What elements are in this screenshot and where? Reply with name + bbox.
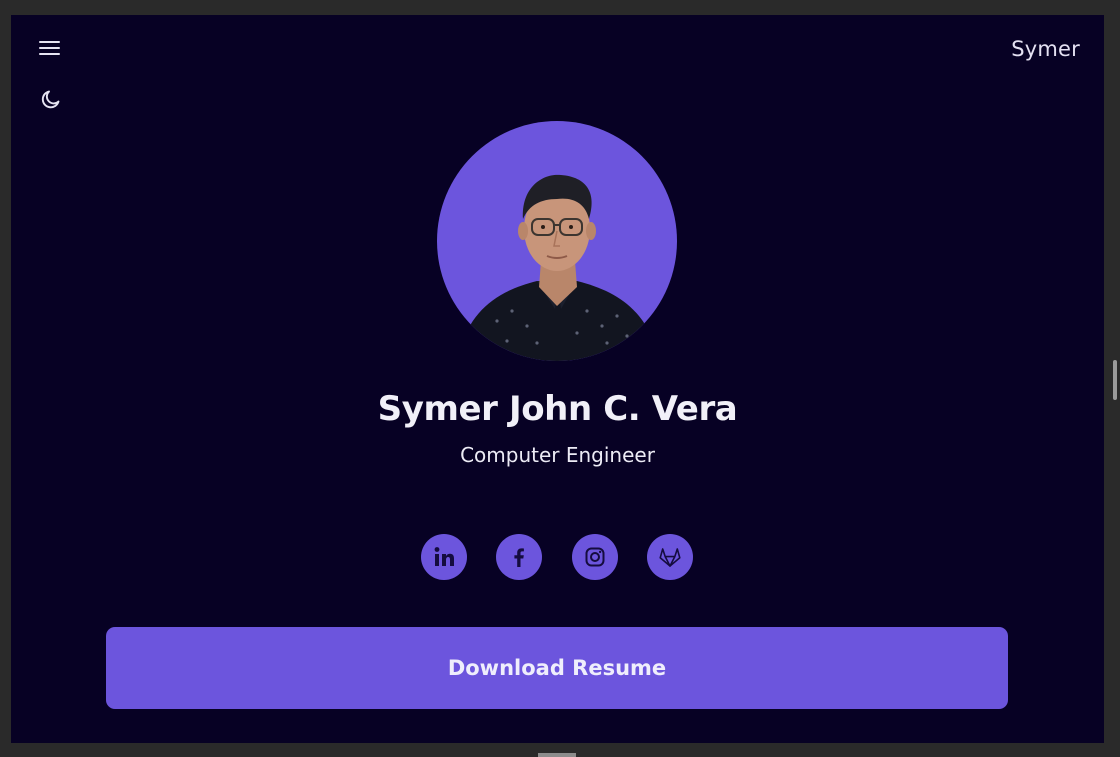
portfolio-page: Symer Symer John C. Vera Computer Engine…	[11, 15, 1104, 743]
profile-name: Symer John C. Vera	[377, 389, 738, 429]
scrollbar-thumb[interactable]	[1113, 360, 1117, 400]
profile-role: Computer Engineer	[460, 443, 655, 467]
brand-name[interactable]: Symer	[1011, 37, 1080, 61]
instagram-icon[interactable]	[572, 534, 618, 580]
resize-handle[interactable]	[538, 753, 576, 757]
download-resume-button[interactable]: Download Resume	[106, 627, 1008, 709]
linkedin-icon[interactable]	[421, 534, 467, 580]
moon-icon[interactable]	[39, 87, 63, 111]
gitlab-icon[interactable]	[647, 534, 693, 580]
hamburger-menu-icon[interactable]	[38, 40, 62, 58]
facebook-icon[interactable]	[496, 534, 542, 580]
profile-photo	[437, 121, 677, 361]
